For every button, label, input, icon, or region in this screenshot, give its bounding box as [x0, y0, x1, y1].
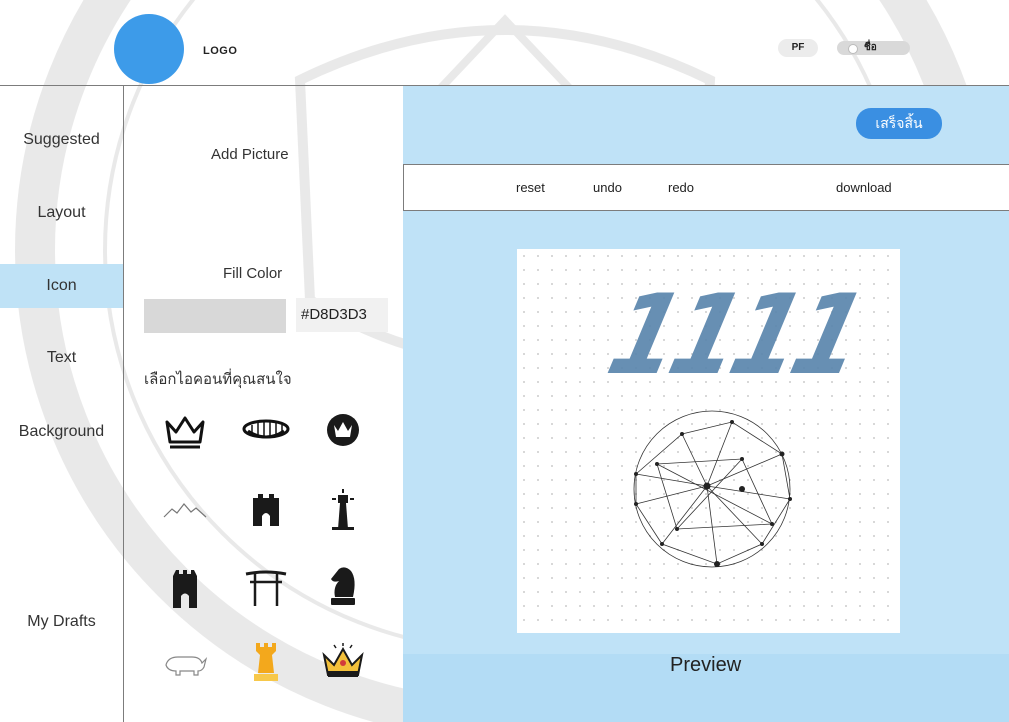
undo-button[interactable]: undo: [593, 180, 622, 195]
crown-badge-icon[interactable]: [318, 405, 368, 455]
mountain-icon[interactable]: [160, 485, 210, 535]
sidebar-item-suggested[interactable]: Suggested: [0, 118, 123, 162]
gold-rook-icon[interactable]: [241, 636, 291, 686]
design-canvas[interactable]: 1111: [517, 249, 900, 633]
reset-button[interactable]: reset: [516, 180, 545, 195]
redo-button[interactable]: redo: [668, 180, 694, 195]
tiara-icon[interactable]: [241, 407, 291, 457]
sidebar-item-icon[interactable]: Icon: [0, 264, 123, 308]
user-avatar-icon: [848, 44, 858, 54]
sidebar-item-layout[interactable]: Layout: [0, 191, 123, 235]
fill-color-swatch[interactable]: [144, 299, 286, 333]
fill-color-label: Fill Color: [223, 265, 283, 282]
sidebar-item-my-drafts[interactable]: My Drafts: [0, 600, 123, 644]
icon-picker-label: เลือกไอคอนที่คุณสนใจ: [144, 371, 292, 388]
add-picture-button[interactable]: Add Picture: [211, 146, 289, 163]
preview-label: Preview: [670, 654, 742, 676]
editor-toolbar: [403, 164, 1009, 211]
profile-button[interactable]: PF: [778, 39, 818, 57]
rhino-icon[interactable]: [160, 638, 210, 688]
lighthouse-icon[interactable]: [318, 484, 368, 534]
tower-icon[interactable]: [160, 563, 210, 613]
crown-outline-icon[interactable]: [160, 407, 210, 457]
sidebar-item-background[interactable]: Background: [0, 410, 123, 454]
canvas-text[interactable]: 1111: [597, 271, 872, 400]
user-name: ชื่อ: [864, 42, 877, 53]
network-sphere-graphic[interactable]: [622, 404, 802, 574]
torii-gate-icon[interactable]: [241, 563, 291, 613]
castle-gate-icon[interactable]: [241, 484, 291, 534]
download-button[interactable]: download: [836, 180, 892, 195]
logo-label: LOGO: [203, 45, 238, 57]
chess-knight-icon[interactable]: [318, 560, 368, 610]
done-button[interactable]: เสร็จสิ้น: [856, 108, 942, 139]
logo-image[interactable]: [114, 14, 184, 84]
fill-color-input[interactable]: #D8D3D3: [296, 298, 388, 332]
gold-crown-icon[interactable]: [318, 636, 368, 686]
sidebar-item-text[interactable]: Text: [0, 336, 123, 380]
